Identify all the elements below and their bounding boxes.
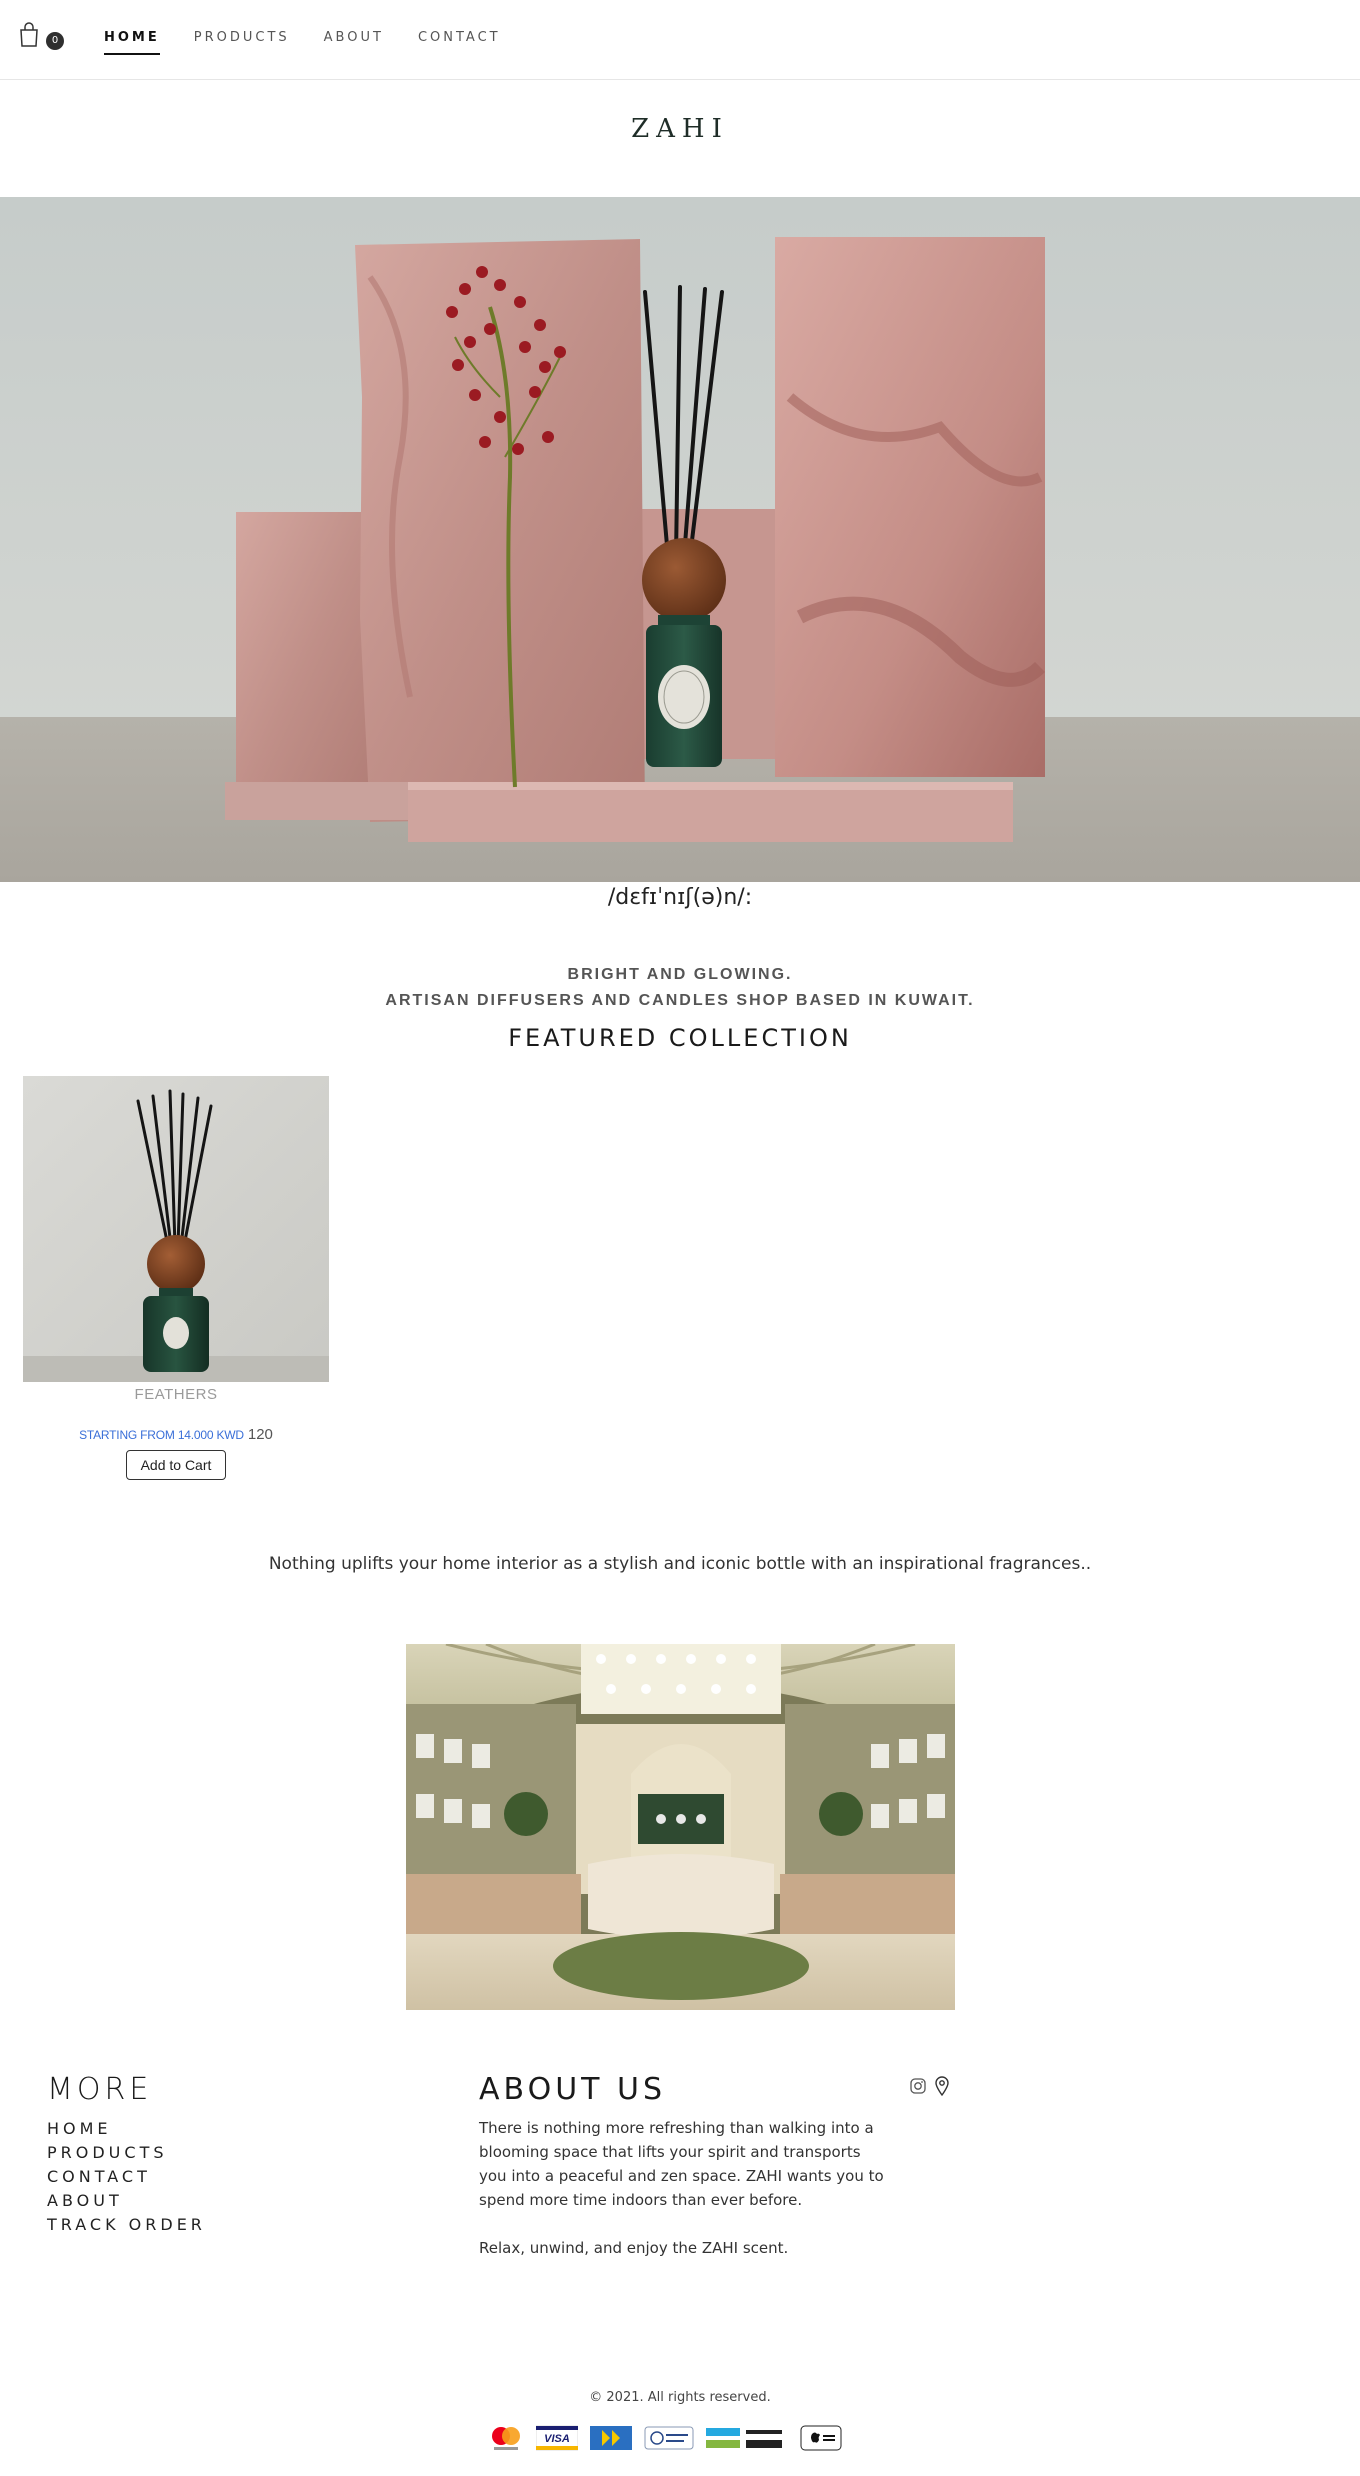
footer-about-text: There is nothing more refreshing than wa… — [479, 2119, 884, 2209]
tagline-line-1: BRIGHT AND GLOWING. — [567, 966, 793, 983]
tagline-line-2: ARTISAN DIFFUSERS AND CANDLES SHOP BASED… — [385, 992, 975, 1009]
footer-more-title: MORE — [47, 2072, 153, 2107]
tagline: BRIGHT AND GLOWING. ARTISAN DIFFUSERS AN… — [0, 962, 1360, 1014]
product-price: STARTING FROM 14.000 KWD 120 — [23, 1426, 329, 1443]
cash-on-delivery-icon — [644, 2424, 694, 2452]
brand-logo[interactable]: ZAHI — [0, 114, 1360, 144]
footer-about-text-2: Relax, unwind, and enjoy the ZAHI scent. — [479, 2239, 789, 2257]
mada-icon — [706, 2424, 788, 2452]
top-nav: 0 HOME PRODUCTS ABOUT CONTACT — [0, 0, 1360, 80]
payment-methods: VISA — [488, 2424, 842, 2452]
price-value: 120 — [247, 1426, 273, 1443]
uplift-text: Nothing uplifts your home interior as a … — [268, 1554, 1092, 1574]
nav-about[interactable]: ABOUT — [324, 30, 384, 55]
svg-text:VISA: VISA — [544, 2433, 570, 2445]
cart-icon[interactable] — [18, 22, 40, 48]
nav-home[interactable]: HOME — [104, 30, 160, 55]
price-prefix: STARTING FROM 14.000 KWD — [79, 1428, 244, 1442]
phonetic-heading: /dɛfɪˈnɪʃ(ə)n/: — [607, 885, 753, 910]
cart-count-badge: 0 — [46, 32, 64, 50]
nav-products[interactable]: PRODUCTS — [194, 30, 290, 55]
store-interior-image — [406, 1644, 955, 2010]
location-pin-icon[interactable] — [934, 2076, 950, 2097]
instagram-icon[interactable] — [910, 2078, 926, 2094]
knet-icon — [590, 2424, 632, 2452]
mastercard-icon — [488, 2424, 524, 2452]
featured-collection-title: FEATURED COLLECTION — [508, 1024, 852, 1052]
footer-link-contact[interactable]: CONTACT — [47, 2165, 206, 2189]
main-nav: HOME PRODUCTS ABOUT CONTACT — [104, 30, 501, 55]
footer-link-products[interactable]: PRODUCTS — [47, 2141, 206, 2165]
footer-link-track-order[interactable]: TRACK ORDER — [47, 2213, 206, 2237]
footer-about-title: ABOUT US — [479, 2072, 667, 2107]
footer-link-home[interactable]: HOME — [47, 2117, 206, 2141]
visa-icon: VISA — [536, 2424, 578, 2452]
footer-more-links: HOME PRODUCTS CONTACT ABOUT TRACK ORDER — [47, 2117, 206, 2237]
nav-contact[interactable]: CONTACT — [418, 30, 501, 55]
hero-image — [0, 197, 1360, 882]
copyright-text: © 2021. All rights reserved. — [589, 2390, 771, 2405]
apple-pay-icon — [800, 2424, 842, 2452]
add-to-cart-button[interactable]: Add to Cart — [126, 1450, 226, 1480]
product-name[interactable]: FEATHERS — [23, 1386, 329, 1403]
footer-link-about[interactable]: ABOUT — [47, 2189, 206, 2213]
product-image[interactable] — [23, 1076, 329, 1382]
